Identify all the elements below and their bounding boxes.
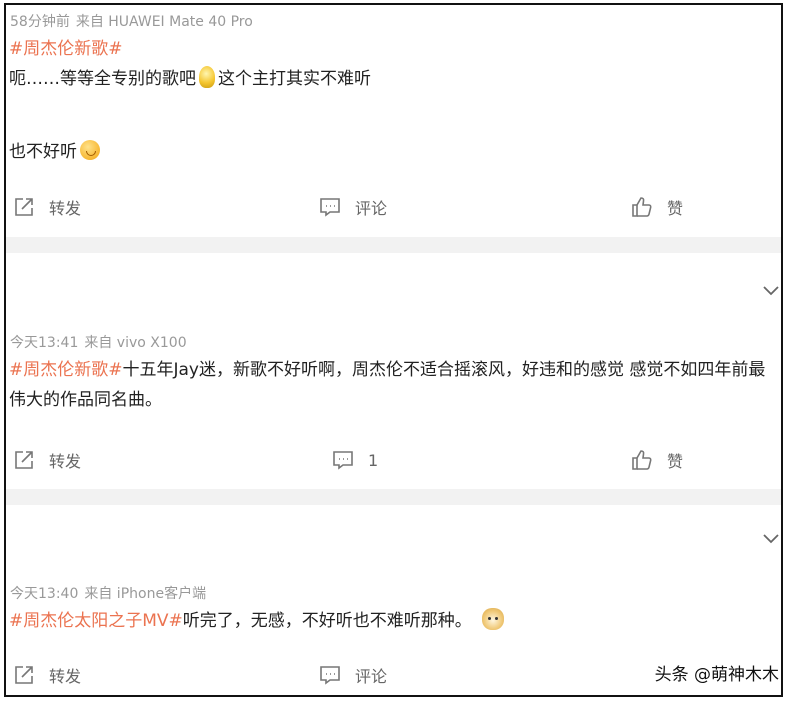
post-source: 来自 vivo X100 <box>84 335 187 351</box>
feed-frame: 58分钟前 来自 HUAWEI Mate 40 Pro #周杰伦新歌# 呃……等等… <box>4 3 783 697</box>
chevron-down-icon[interactable] <box>761 532 781 546</box>
comment-icon <box>320 198 340 217</box>
thumbs-up-icon <box>632 450 652 470</box>
chevron-down-icon[interactable] <box>761 284 781 298</box>
post-text: 呃……等等全专别的歌吧 <box>9 69 196 89</box>
post-meta: 今天13:41 来自 vivo X100 <box>10 332 187 352</box>
repost-button[interactable]: 转发 <box>12 195 81 219</box>
comment-label: 评论 <box>355 667 388 686</box>
like-label: 赞 <box>667 199 684 218</box>
topic-link[interactable]: #周杰伦太阳之子MV# <box>9 611 183 631</box>
like-label: 赞 <box>667 452 684 471</box>
comment-button[interactable]: 1 <box>331 448 378 472</box>
post-meta: 58分钟前 来自 HUAWEI Mate 40 Pro <box>10 11 253 31</box>
comment-count: 1 <box>368 450 379 470</box>
separator <box>6 489 781 505</box>
repost-label: 转发 <box>49 667 82 686</box>
comment-label: 评论 <box>355 199 388 218</box>
post-text: 这个主打其实不难听 <box>218 69 371 89</box>
repost-label: 转发 <box>49 452 82 471</box>
comment-button[interactable]: 评论 <box>318 195 387 219</box>
thumbs-up-icon <box>632 197 652 217</box>
comment-icon <box>333 451 353 470</box>
post-2: 今天13:41 来自 vivo X100 #周杰伦新歌#十五年Jay迷，新歌不好听… <box>6 253 781 489</box>
post-text: 也不好听 <box>9 142 77 162</box>
repost-label: 转发 <box>49 199 82 218</box>
upside-down-face-emoji-icon <box>80 140 100 160</box>
action-bar: 转发 1 赞 <box>6 448 781 478</box>
like-button[interactable]: 赞 <box>630 448 683 472</box>
share-icon <box>15 451 33 469</box>
post-body: #周杰伦新歌#十五年Jay迷，新歌不好听啊，周杰伦不适合摇滚风，好违和的感觉 感… <box>9 355 775 415</box>
comment-icon <box>320 666 340 685</box>
post-source: 来自 HUAWEI Mate 40 Pro <box>75 14 253 30</box>
share-icon <box>15 198 33 216</box>
post-text: 十五年Jay迷，新歌不好听啊，周杰伦不适合摇滚风，好违和的感觉 感觉不如四年前最… <box>9 360 766 410</box>
repost-button[interactable]: 转发 <box>12 663 81 687</box>
post-text: 听完了，无感，不好听也不难听那种。 <box>182 611 472 631</box>
action-bar: 转发 评论 赞 <box>6 195 781 225</box>
topic-link[interactable]: #周杰伦新歌# <box>9 39 123 59</box>
post-body: #周杰伦太阳之子MV#听完了，无感，不好听也不难听那种。 <box>9 606 775 636</box>
post-body: #周杰伦新歌# 呃……等等全专别的歌吧 这个主打其实不难听 也不好听 <box>9 34 775 167</box>
like-button[interactable]: 赞 <box>630 195 683 219</box>
comment-button[interactable]: 评论 <box>318 663 387 687</box>
post-time[interactable]: 今天13:41 <box>10 335 78 351</box>
post-time[interactable]: 今天13:40 <box>10 586 78 602</box>
share-icon <box>15 666 33 684</box>
separator <box>6 237 781 253</box>
post-time[interactable]: 58分钟前 <box>10 14 70 30</box>
post-meta: 今天13:40 来自 iPhone客户端 <box>10 583 206 603</box>
lightbulb-emoji-icon <box>199 66 215 88</box>
topic-link[interactable]: #周杰伦新歌# <box>9 360 123 380</box>
doge-emoji-icon <box>481 608 504 630</box>
repost-button[interactable]: 转发 <box>12 448 81 472</box>
watermark: 头条 @萌神木木 <box>654 665 779 685</box>
post-source: 来自 iPhone客户端 <box>84 586 207 602</box>
post-1: 58分钟前 来自 HUAWEI Mate 40 Pro #周杰伦新歌# 呃……等等… <box>6 5 781 237</box>
